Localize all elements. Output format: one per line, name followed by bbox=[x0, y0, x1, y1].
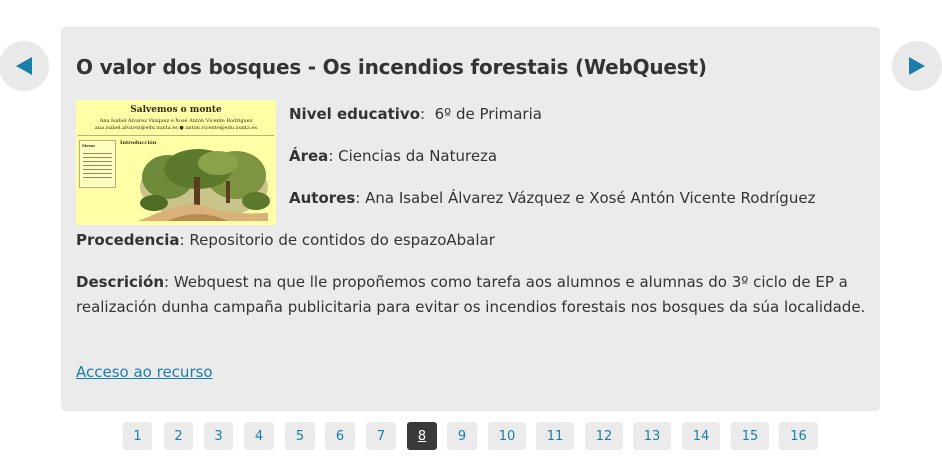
page-button-14[interactable]: 14 bbox=[682, 422, 720, 450]
access-resource-link[interactable]: Acceso ao recurso bbox=[76, 363, 213, 381]
page-button-5[interactable]: 5 bbox=[285, 422, 315, 450]
thumbnail-menu-title: Menu bbox=[82, 143, 95, 148]
page-button-12[interactable]: 12 bbox=[585, 422, 623, 450]
page-button-8-current[interactable]: 8 bbox=[407, 422, 437, 450]
page-button-15[interactable]: 15 bbox=[731, 422, 769, 450]
resource-card: O valor dos bosques - Os incendios fores… bbox=[61, 27, 880, 411]
thumbnail-menu-line bbox=[83, 165, 112, 166]
area-value: Ciencias da Natureza bbox=[338, 147, 498, 165]
page-button-2[interactable]: 2 bbox=[164, 422, 193, 450]
page-button-16[interactable]: 16 bbox=[779, 422, 818, 450]
authors-value: Ana Isabel Álvarez Vázquez e Xosé Antón … bbox=[365, 189, 816, 207]
previous-slide-button[interactable] bbox=[0, 41, 49, 91]
thumbnail-menu-line bbox=[83, 153, 112, 154]
resource-title: O valor dos bosques - Os incendios fores… bbox=[76, 55, 707, 79]
thumbnail-menu-line bbox=[83, 169, 112, 170]
resource-thumbnail[interactable]: Salvemos o monte Ana Isabel Álvarez Vázq… bbox=[76, 100, 276, 225]
area-label: Área bbox=[289, 147, 329, 165]
triangle-right-icon bbox=[909, 57, 925, 75]
pagination: 1 2 3 4 5 6 7 8 9 10 11 12 13 14 15 16 bbox=[0, 422, 942, 450]
education-level-label: Nivel educativo bbox=[289, 105, 421, 123]
thumbnail-menu-line bbox=[83, 173, 112, 174]
thumbnail-menu: Menu bbox=[79, 140, 116, 188]
thumbnail-authors: Ana Isabel Álvarez Vázquez e Xosé Antón … bbox=[76, 118, 276, 132]
area-row: Área: Ciencias da Natureza bbox=[289, 147, 498, 165]
description-label: Descrición bbox=[76, 273, 165, 291]
page-button-13[interactable]: 13 bbox=[633, 422, 671, 450]
thumbnail-authors-line1: Ana Isabel Álvarez Vázquez e Xosé Antón … bbox=[99, 118, 253, 124]
forest-painting-image bbox=[138, 147, 270, 221]
source-row: Procedencia: Repositorio de contidos do … bbox=[76, 231, 495, 249]
page-button-3[interactable]: 3 bbox=[204, 422, 233, 450]
education-level-value: 6º de Primaria bbox=[434, 105, 542, 123]
page-button-9[interactable]: 9 bbox=[447, 422, 477, 450]
page-button-11[interactable]: 11 bbox=[536, 422, 574, 450]
description-row: Descrición: Webquest na que lle propoñem… bbox=[76, 273, 866, 316]
source-value: Repositorio de contidos do espazoAbalar bbox=[189, 231, 495, 249]
page-button-10[interactable]: 10 bbox=[488, 422, 526, 450]
thumbnail-authors-line2: ana.isabel.alvarez@edu.xunta.es ● anton.… bbox=[94, 125, 258, 131]
page-button-6[interactable]: 6 bbox=[325, 422, 355, 450]
thumbnail-menu-line bbox=[83, 161, 112, 162]
triangle-left-icon bbox=[16, 57, 32, 75]
thumbnail-title: Salvemos o monte bbox=[130, 105, 222, 115]
source-label: Procedencia bbox=[76, 231, 180, 249]
thumbnail-intro: Introducción bbox=[120, 140, 157, 146]
page-button-4[interactable]: 4 bbox=[244, 422, 274, 450]
page-button-7[interactable]: 7 bbox=[366, 422, 396, 450]
authors-row: Autores: Ana Isabel Álvarez Vázquez e Xo… bbox=[289, 189, 816, 207]
thumbnail-menu-line bbox=[83, 157, 112, 158]
page-button-1[interactable]: 1 bbox=[123, 422, 152, 450]
authors-label: Autores bbox=[289, 189, 356, 207]
next-slide-button[interactable] bbox=[892, 41, 942, 91]
education-level-row: Nivel educativo: 6º de Primaria bbox=[289, 105, 542, 123]
thumbnail-menu-line bbox=[83, 177, 112, 178]
thumbnail-divider bbox=[78, 135, 274, 136]
description-value: Webquest na que lle propoñemos como tare… bbox=[76, 273, 866, 316]
